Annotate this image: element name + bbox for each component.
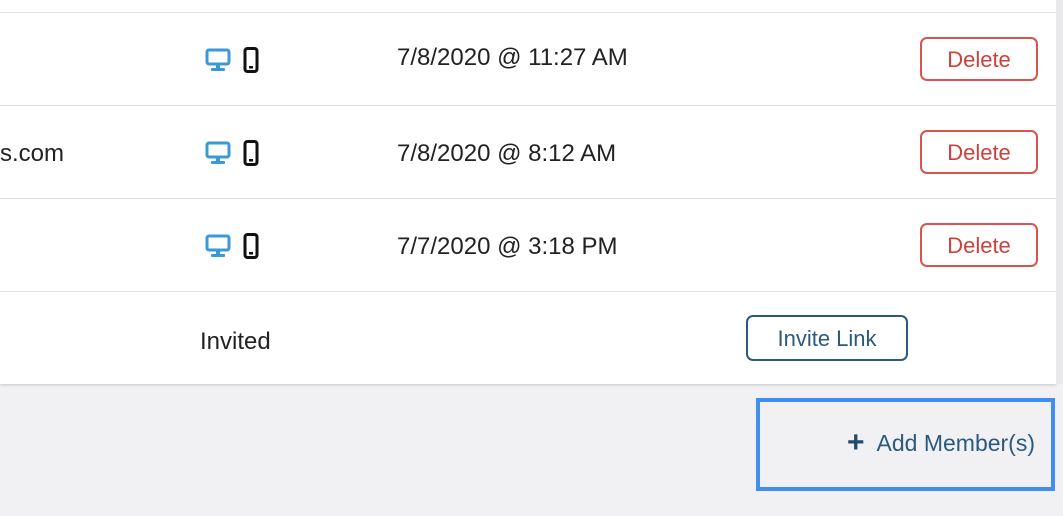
desktop-icon <box>205 48 231 77</box>
invite-link-button[interactable]: Invite Link <box>746 315 908 361</box>
add-members-button[interactable]: + Add Member(s) <box>847 428 1035 458</box>
table-row: 7/7/2020 @ 3:18 PM Delete <box>0 199 1056 292</box>
desktop-icon <box>205 141 231 170</box>
member-email: s.com <box>0 140 65 167</box>
scrollbar-track[interactable] <box>1056 0 1063 384</box>
plus-icon: + <box>846 426 865 459</box>
add-members-label: Add Member(s) <box>876 429 1035 456</box>
add-members-highlight: + Add Member(s) <box>756 398 1055 491</box>
mobile-icon <box>243 233 259 264</box>
table-row: s.com 7/8/2020 @ 8:12 AM Delete <box>0 106 1056 199</box>
mobile-icon <box>243 140 259 171</box>
desktop-icon <box>205 234 231 263</box>
last-active-date: 7/7/2020 @ 3:18 PM <box>397 233 618 260</box>
invite-status: Invited <box>200 328 271 355</box>
delete-button[interactable]: Delete <box>920 223 1038 267</box>
device-icons <box>205 233 259 264</box>
last-active-date: 7/8/2020 @ 8:12 AM <box>397 140 617 167</box>
members-table: 7/8/2020 @ 11:27 AM Delete s.com 7/8/202… <box>0 0 1056 384</box>
device-icons <box>205 47 259 78</box>
delete-button[interactable]: Delete <box>920 37 1038 81</box>
table-row: 7/8/2020 @ 11:27 AM Delete <box>0 13 1056 106</box>
device-icons <box>205 140 259 171</box>
table-row-invited: Invited Invite Link <box>0 292 1056 384</box>
last-active-date: 7/8/2020 @ 11:27 AM <box>397 44 628 71</box>
delete-button[interactable]: Delete <box>920 130 1038 174</box>
mobile-icon <box>243 47 259 78</box>
